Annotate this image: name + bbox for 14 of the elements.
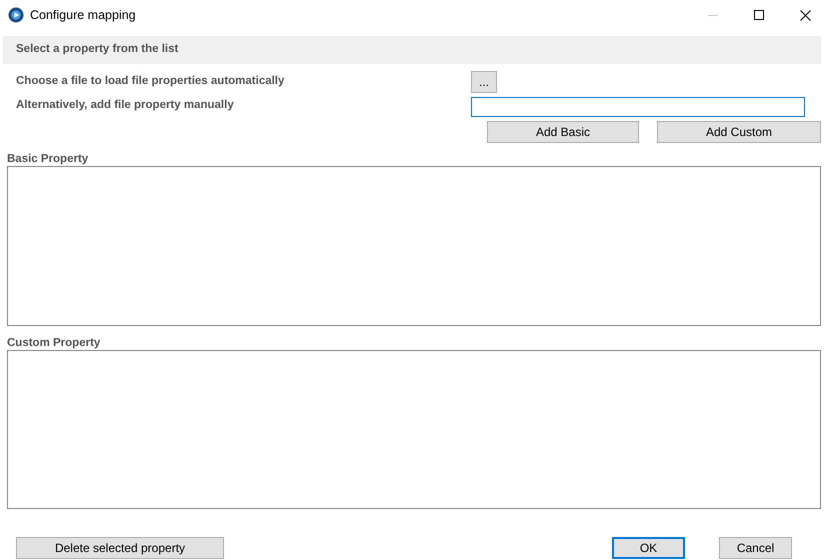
dialog-button[interactable]: Cancel xyxy=(719,537,792,559)
delete-button[interactable]: Delete selected property xyxy=(16,537,224,559)
list-label: Basic Property xyxy=(6,153,90,166)
add-button[interactable]: Add Basic xyxy=(487,121,639,143)
add-button[interactable]: Add Custom xyxy=(657,121,821,143)
field-label: Alternatively, add file property manually xyxy=(15,98,235,113)
window-title: Configure mapping xyxy=(30,6,136,24)
property-input[interactable] xyxy=(471,97,805,117)
section-header: Select a property from the list xyxy=(16,42,178,58)
app-icon xyxy=(8,7,24,23)
field-label: Choose a file to load file properties automatically xyxy=(15,74,286,90)
browse-button[interactable]: ... xyxy=(471,71,497,93)
dialog-button[interactable]: OK xyxy=(612,537,685,559)
list-label: Custom Property xyxy=(6,337,102,350)
